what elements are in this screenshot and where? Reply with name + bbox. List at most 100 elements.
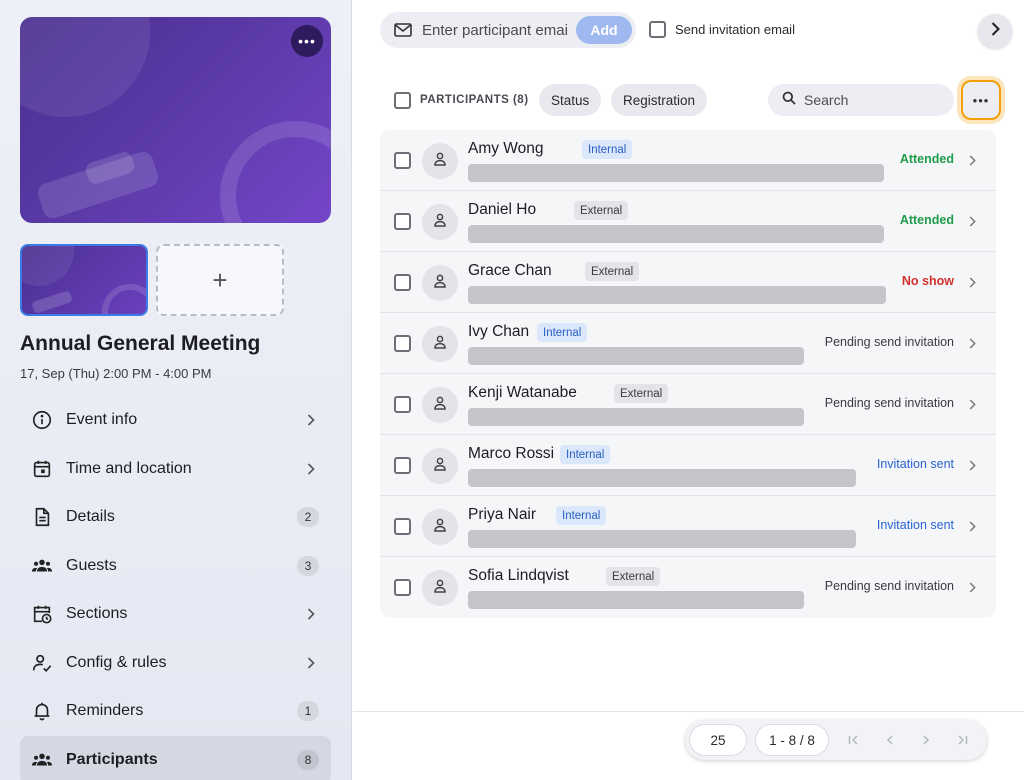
row-checkbox[interactable] xyxy=(394,518,411,535)
sidebar-nav: Event info Time and location Details 2 G… xyxy=(20,396,331,780)
row-checkbox[interactable] xyxy=(394,335,411,352)
sidebar-item-config-rules[interactable]: Config & rules xyxy=(20,639,331,688)
add-participant-button[interactable]: Add xyxy=(576,16,632,44)
person-icon xyxy=(432,517,448,538)
thumbnail-decoration xyxy=(22,246,74,286)
participant-row[interactable]: Priya Nair Internal Invitation sent xyxy=(380,496,996,557)
avatar xyxy=(422,265,458,301)
participant-name: Priya Nair xyxy=(468,506,537,523)
next-panel-button[interactable] xyxy=(978,14,1012,48)
status-label: Attended xyxy=(899,152,954,166)
chevron-right-icon xyxy=(966,580,978,594)
search-field xyxy=(768,84,954,116)
redacted-detail xyxy=(468,286,886,304)
row-checkbox[interactable] xyxy=(394,579,411,596)
event-title: Annual General Meeting xyxy=(20,332,261,355)
group-icon xyxy=(30,554,54,578)
thumbnail-decoration xyxy=(31,290,73,314)
calendar-clock-icon xyxy=(30,602,54,626)
participant-row[interactable]: Grace Chan External No show xyxy=(380,252,996,313)
add-image-button[interactable]: + xyxy=(156,244,284,316)
chevron-right-icon xyxy=(966,214,978,228)
count-badge: 1 xyxy=(297,701,319,722)
page-size-select[interactable]: 25 xyxy=(689,724,747,756)
group-icon xyxy=(30,748,54,772)
status-filter-chip[interactable]: Status xyxy=(539,84,602,116)
status-label: No show xyxy=(901,274,954,288)
first-page-icon[interactable] xyxy=(844,730,864,750)
prev-page-icon[interactable] xyxy=(880,730,900,750)
calendar-icon xyxy=(30,457,54,481)
send-invitation-toggle[interactable]: Send invitation email xyxy=(649,21,795,38)
sidebar-item-time-location[interactable]: Time and location xyxy=(20,445,331,494)
event-cover-image[interactable] xyxy=(20,17,331,223)
type-badge: Internal xyxy=(537,323,588,342)
row-checkbox[interactable] xyxy=(394,152,411,169)
avatar xyxy=(422,448,458,484)
cover-menu-button[interactable]: ••• xyxy=(291,25,323,57)
status-label: Pending send invitation xyxy=(824,396,954,410)
chevron-right-icon xyxy=(303,655,319,671)
count-badge: 2 xyxy=(297,507,319,528)
send-invitation-checkbox[interactable] xyxy=(649,21,666,38)
participant-row[interactable]: Sofia Lindqvist External Pending send in… xyxy=(380,557,996,618)
last-page-icon[interactable] xyxy=(952,730,972,750)
type-badge: Internal xyxy=(582,140,633,159)
sidebar-item-label: Participants xyxy=(66,750,158,768)
participants-list: Amy Wong Internal Attended Daniel Ho Ext… xyxy=(380,130,996,618)
type-badge: Internal xyxy=(556,506,607,525)
row-checkbox[interactable] xyxy=(394,457,411,474)
type-badge: External xyxy=(574,201,629,220)
sidebar-item-label: Time and location xyxy=(66,459,192,477)
participant-row[interactable]: Amy Wong Internal Attended xyxy=(380,130,996,191)
status-label: Attended xyxy=(899,213,954,227)
sidebar-item-event-info[interactable]: Event info xyxy=(20,396,331,445)
redacted-detail xyxy=(468,347,804,365)
chevron-right-icon xyxy=(303,461,319,477)
sidebar-item-guests[interactable]: Guests 3 xyxy=(20,542,331,591)
search-input[interactable] xyxy=(804,92,944,108)
more-horizontal-icon: ••• xyxy=(972,92,990,108)
count-badge: 3 xyxy=(297,555,319,576)
bell-icon xyxy=(30,699,54,723)
participant-name: Ivy Chan xyxy=(468,323,530,340)
participants-toolbar: PARTICIPANTS (8) Status Registration ••• xyxy=(394,80,1014,120)
redacted-detail xyxy=(468,530,856,548)
status-label: Invitation sent xyxy=(876,457,954,471)
sidebar-item-reminders[interactable]: Reminders 1 xyxy=(20,687,331,736)
redacted-detail xyxy=(468,408,804,426)
send-invitation-label: Send invitation email xyxy=(675,22,795,37)
participant-row[interactable]: Daniel Ho External Attended xyxy=(380,191,996,252)
sidebar-item-sections[interactable]: Sections xyxy=(20,590,331,639)
chevron-right-icon xyxy=(991,21,1000,41)
participant-email-input[interactable] xyxy=(422,21,568,39)
cover-decoration xyxy=(220,121,331,223)
cover-decoration xyxy=(20,17,150,117)
participant-row[interactable]: Marco Rossi Internal Invitation sent xyxy=(380,435,996,496)
person-icon xyxy=(432,212,448,233)
type-badge: External xyxy=(585,262,640,281)
participant-row[interactable]: Kenji Watanabe External Pending send inv… xyxy=(380,374,996,435)
sidebar-item-participants[interactable]: Participants 8 xyxy=(20,735,331,780)
redacted-detail xyxy=(468,225,884,243)
chevron-right-icon xyxy=(966,153,978,167)
participant-name: Sofia Lindqvist xyxy=(468,567,569,584)
select-all-checkbox[interactable] xyxy=(394,92,411,109)
cover-thumbnail-selected[interactable] xyxy=(20,244,148,316)
status-label: Pending send invitation xyxy=(824,579,954,593)
row-checkbox[interactable] xyxy=(394,274,411,291)
type-badge: Internal xyxy=(560,445,611,464)
type-badge: External xyxy=(614,384,669,403)
redacted-detail xyxy=(468,591,804,609)
person-icon xyxy=(432,395,448,416)
registration-filter-chip[interactable]: Registration xyxy=(611,84,708,116)
sidebar-item-label: Event info xyxy=(66,411,138,429)
next-page-icon[interactable] xyxy=(916,730,936,750)
info-icon xyxy=(30,408,54,432)
row-checkbox[interactable] xyxy=(394,396,411,413)
participant-row[interactable]: Ivy Chan Internal Pending send invitatio… xyxy=(380,313,996,374)
more-options-button[interactable]: ••• xyxy=(961,80,1001,120)
avatar xyxy=(422,387,458,423)
sidebar-item-details[interactable]: Details 2 xyxy=(20,493,331,542)
row-checkbox[interactable] xyxy=(394,213,411,230)
